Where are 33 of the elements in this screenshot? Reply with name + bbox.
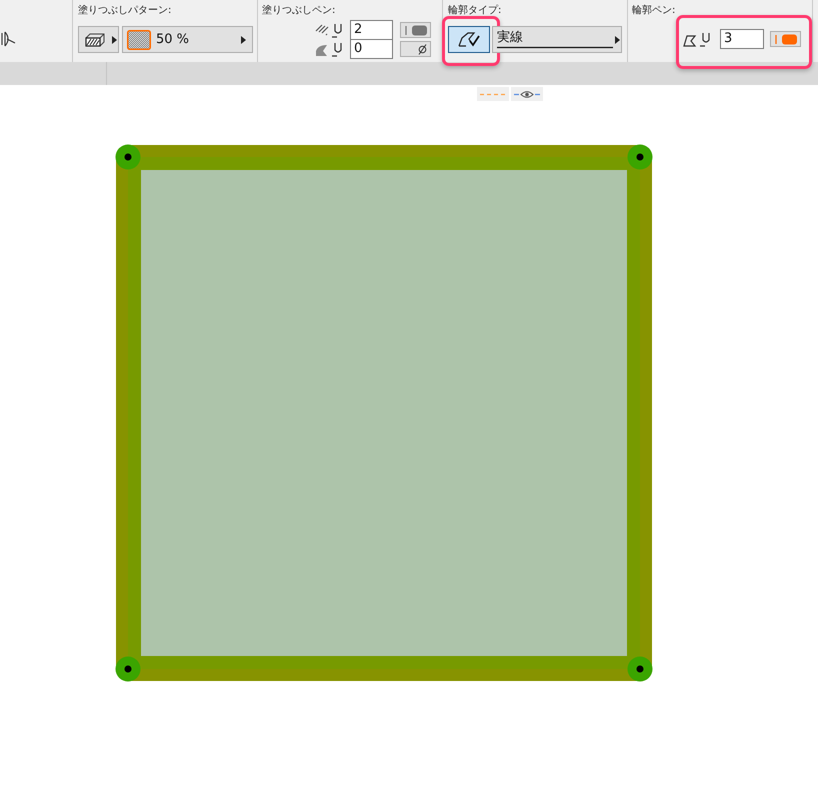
fill-pattern-button[interactable]: 50 % <box>122 26 253 53</box>
outline-pen-icon <box>683 31 712 47</box>
background-pen-icon <box>315 41 343 57</box>
outline-type-label: 輪郭タイプ: <box>448 4 502 17</box>
caret-icon <box>112 36 117 44</box>
corner-node[interactable] <box>628 656 652 682</box>
fill-pattern-label: 塗りつぶしパターン: <box>78 4 172 17</box>
hatch-pen-icon <box>315 22 343 38</box>
caret-icon <box>615 36 620 44</box>
lens-icon[interactable] <box>0 31 16 47</box>
pen-color-button[interactable] <box>770 31 801 47</box>
pen-color-button[interactable] <box>400 22 431 38</box>
outline-pen-label: 輪郭ペン: <box>632 4 676 17</box>
outline-toggle-button[interactable] <box>448 26 490 53</box>
line-sample-icon <box>497 46 613 49</box>
pattern-type-button[interactable] <box>78 26 119 53</box>
dashed-line-icon <box>480 92 506 96</box>
corner-node[interactable] <box>628 144 652 170</box>
visibility-button[interactable] <box>511 87 543 101</box>
fill-pen-label: 塗りつぶしペン: <box>262 4 336 17</box>
eye-icon <box>514 90 540 98</box>
caret-icon <box>241 36 246 44</box>
background-color-button[interactable] <box>400 41 431 57</box>
pattern-swatch-icon <box>127 30 151 50</box>
empty-set-icon <box>418 44 427 54</box>
pen-number-field[interactable]: 0 <box>350 39 393 59</box>
corner-node[interactable] <box>116 144 140 170</box>
pen-number-field[interactable]: 2 <box>350 20 393 40</box>
line-type-dropdown[interactable]: 実線 <box>492 26 622 53</box>
hatched-box-icon <box>85 32 105 46</box>
pen-number-field[interactable]: 3 <box>720 29 764 49</box>
outline-check-icon <box>458 32 480 47</box>
corner-node[interactable] <box>116 656 140 682</box>
